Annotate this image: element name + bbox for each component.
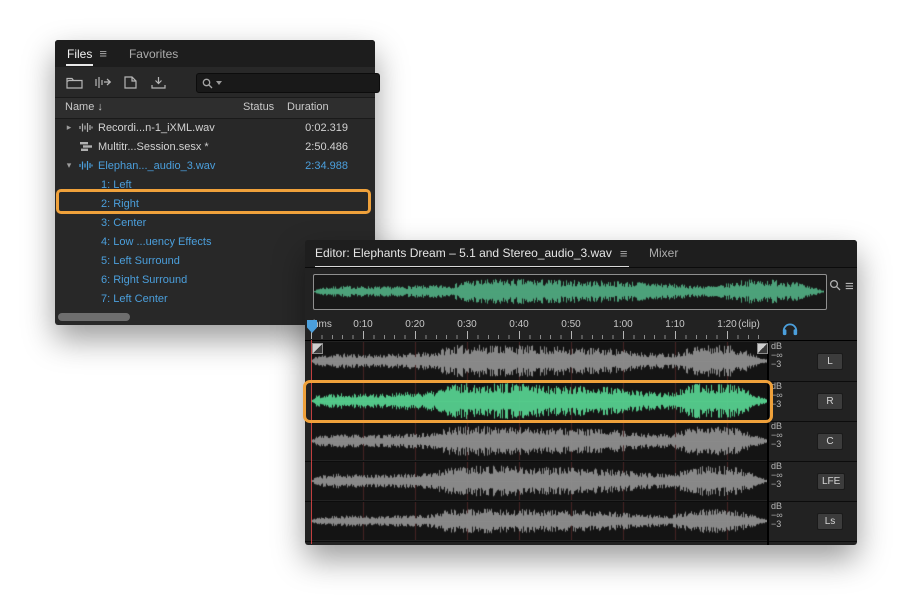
- file-name: Multitr...Session.sesx *: [98, 141, 209, 153]
- ruler-tick-label: 1:10: [665, 319, 684, 330]
- track-row-LFE[interactable]: dB −∞ −3 LFE: [305, 461, 857, 502]
- waveform-canvas-LFE[interactable]: [311, 462, 767, 500]
- import-audio-icon[interactable]: [93, 73, 112, 91]
- db-scale: dB −∞ −3: [771, 502, 783, 529]
- channel-badge-R[interactable]: R: [817, 393, 843, 410]
- file-row-elephants[interactable]: ▾ Elephan..._audio_3.wav 2:34.988: [55, 156, 375, 175]
- waveform-canvas-Ls[interactable]: [311, 502, 767, 540]
- channel-label: 5: Left Surround: [101, 255, 180, 267]
- db-neg3-label: −3: [771, 400, 783, 409]
- channel-badge-C[interactable]: C: [817, 433, 843, 450]
- tab-files[interactable]: Files ≡: [55, 40, 118, 67]
- file-name: Elephan..._audio_3.wav: [98, 160, 215, 172]
- ruler-tick-label: 1:20: [717, 319, 736, 330]
- waveform-canvas-L[interactable]: [311, 342, 767, 380]
- tab-mixer[interactable]: Mixer: [649, 246, 678, 260]
- ruler-major-ticks: [311, 331, 767, 339]
- channel-badge-LFE[interactable]: LFE: [817, 473, 845, 490]
- channel-label: 4: Low ...uency Effects: [101, 236, 211, 248]
- sort-arrow-icon: ↓: [97, 101, 103, 113]
- channel-label: 2: Right: [101, 198, 139, 210]
- channel-row-center[interactable]: 3: Center: [55, 213, 375, 232]
- db-scale: dB −∞ −3: [771, 342, 783, 369]
- panel-menu-icon[interactable]: ≡: [620, 247, 628, 260]
- files-tabbar: Files ≡ Favorites: [55, 40, 375, 67]
- export-save-icon[interactable]: [149, 73, 168, 91]
- overview-waveform-strip[interactable]: [313, 274, 827, 310]
- multitrack-session-icon: [76, 141, 96, 152]
- chevron-down-icon[interactable]: ▾: [62, 160, 76, 171]
- overview-waveform-canvas[interactable]: [314, 276, 824, 307]
- search-box[interactable]: [196, 73, 380, 93]
- track-row-R[interactable]: dB −∞ −3 R: [305, 381, 857, 422]
- db-neg3-label: −3: [771, 480, 783, 489]
- waveform-canvas-R[interactable]: [311, 382, 767, 420]
- new-file-icon[interactable]: [121, 73, 140, 91]
- db-scale: dB −∞ −3: [771, 422, 783, 449]
- waveform-db-separator: [767, 340, 769, 545]
- channel-label: 7: Left Center: [101, 293, 168, 305]
- timeline-ruler[interactable]: hms 0:10 0:20 0:30 0:40 0:50 1:00 1:10 1…: [305, 316, 857, 340]
- file-duration: 2:50.486: [305, 141, 375, 153]
- file-row-session[interactable]: Multitr...Session.sesx * 2:50.486: [55, 137, 375, 156]
- open-file-icon[interactable]: [65, 73, 84, 91]
- db-neg3-label: −3: [771, 520, 783, 529]
- search-options-caret-icon[interactable]: [216, 81, 222, 85]
- zoom-selection-icon[interactable]: [829, 279, 842, 292]
- waveform-canvas-C[interactable]: [311, 422, 767, 460]
- ruler-tick-label: 0:10: [353, 319, 372, 330]
- chevron-right-icon[interactable]: ▸: [62, 122, 76, 133]
- track-row-C[interactable]: dB −∞ −3 C: [305, 421, 857, 462]
- ruler-tick-label: 0:20: [405, 319, 424, 330]
- horizontal-scrollbar-thumb[interactable]: [58, 313, 130, 321]
- ruler-tick-label: 0:30: [457, 319, 476, 330]
- editor-title: Editor: Elephants Dream – 5.1 and Stereo…: [315, 246, 612, 260]
- channel-row-left[interactable]: 1: Left: [55, 175, 375, 194]
- file-name: Recordi...n-1_iXML.wav: [98, 122, 215, 134]
- current-time-indicator[interactable]: [311, 340, 312, 544]
- tab-favorites[interactable]: Favorites: [118, 40, 189, 67]
- tab-files-label: Files: [66, 42, 93, 66]
- editor-panel: Editor: Elephants Dream – 5.1 and Stereo…: [305, 240, 857, 545]
- name-header-label: Name: [65, 101, 94, 113]
- files-column-headers: Name ↓ Status Duration: [55, 97, 375, 119]
- column-header-name[interactable]: Name ↓: [65, 101, 103, 113]
- file-duration: 2:34.988: [305, 160, 375, 172]
- editor-titlebar: Editor: Elephants Dream – 5.1 and Stereo…: [305, 240, 857, 268]
- channel-badge-L[interactable]: L: [817, 353, 843, 370]
- file-duration: 0:02.319: [305, 122, 375, 134]
- db-scale: dB −∞ −3: [771, 382, 783, 409]
- waveform-file-icon: [76, 160, 96, 171]
- ruler-clip-label: (clip): [738, 319, 760, 330]
- fade-in-handle[interactable]: [312, 343, 323, 354]
- panel-menu-icon[interactable]: ≡: [99, 47, 107, 60]
- db-scale: dB −∞ −3: [771, 462, 783, 489]
- track-row-L[interactable]: dB −∞ −3 L: [305, 341, 857, 382]
- search-input[interactable]: [225, 76, 349, 90]
- channel-badge-Ls[interactable]: Ls: [817, 513, 843, 530]
- overview-menu-icon[interactable]: ≡: [845, 279, 854, 294]
- column-header-duration[interactable]: Duration: [287, 101, 329, 113]
- search-icon: [202, 78, 213, 89]
- channel-row-right[interactable]: 2: Right: [55, 194, 375, 213]
- channel-label: 3: Center: [101, 217, 146, 229]
- channel-label: 1: Left: [101, 179, 132, 191]
- ruler-tick-label: 0:40: [509, 319, 528, 330]
- file-row-recording[interactable]: ▸ Recordi...n-1_iXML.wav 0:02.319: [55, 118, 375, 137]
- screenshot-stage: Files ≡ Favorites: [0, 0, 900, 606]
- tab-favorites-label: Favorites: [129, 47, 178, 61]
- ruler-tick-label: 1:00: [613, 319, 632, 330]
- headphone-monitor-icon[interactable]: [781, 319, 801, 338]
- waveform-file-icon: [76, 122, 96, 133]
- tracks-area: dB −∞ −3 L dB −∞ −3 R dB −∞: [305, 340, 857, 546]
- fade-out-handle[interactable]: [757, 343, 768, 354]
- channel-label: 6: Right Surround: [101, 274, 187, 286]
- column-header-status[interactable]: Status: [243, 101, 274, 113]
- db-neg3-label: −3: [771, 440, 783, 449]
- db-neg3-label: −3: [771, 360, 783, 369]
- track-row-Ls[interactable]: dB −∞ −3 Ls: [305, 501, 857, 542]
- ruler-tick-label: 0:50: [561, 319, 580, 330]
- editor-tab[interactable]: Editor: Elephants Dream – 5.1 and Stereo…: [315, 240, 629, 267]
